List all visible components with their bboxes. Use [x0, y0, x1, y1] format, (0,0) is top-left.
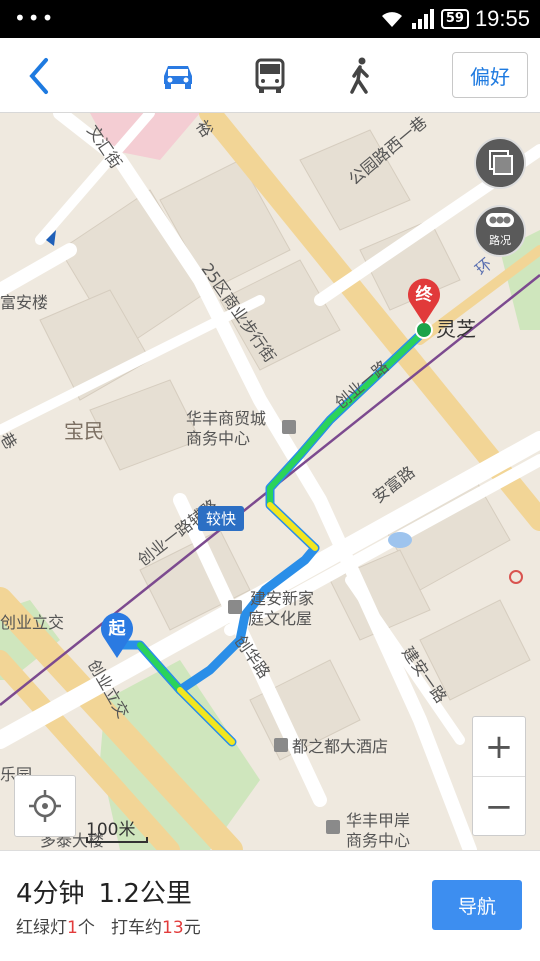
bus-icon[interactable]	[248, 54, 292, 98]
back-icon[interactable]	[22, 56, 58, 96]
zoom-in-button[interactable]: +	[473, 717, 525, 777]
map-label: 华丰商贸城	[186, 409, 267, 428]
map-base	[0, 113, 540, 850]
map-label: 富安楼	[0, 293, 49, 312]
layers-icon	[489, 150, 513, 175]
map-label: 商务中心	[346, 831, 411, 850]
route-summary: 4分钟 1.2公里	[16, 873, 206, 910]
map-label: 宝民	[64, 419, 104, 443]
battery-icon: 59	[440, 9, 469, 29]
route-mode-bar: 偏好	[0, 38, 540, 113]
layers-button[interactable]	[474, 137, 526, 189]
route-summary-panel[interactable]: 4分钟 1.2公里 红绿灯1个 打车约13元 导航	[0, 850, 540, 961]
start-marker[interactable]: 起	[98, 610, 136, 660]
lights-suffix: 个	[77, 918, 95, 938]
lights-count: 1	[67, 918, 78, 938]
map-label: 建安新家	[250, 589, 315, 608]
zoom-out-button[interactable]: −	[473, 777, 525, 836]
route-duration: 4分钟	[16, 879, 85, 909]
map-label: 华丰甲岸	[346, 811, 411, 830]
scale-bar	[86, 837, 148, 843]
map-label: 创业立交	[0, 613, 65, 632]
traffic-speed-badge: 较快	[198, 506, 245, 531]
taxi-prefix: 打车约	[111, 918, 163, 938]
locate-button[interactable]	[14, 775, 76, 837]
route-detail: 红绿灯1个 打车约13元	[16, 913, 201, 938]
navigate-button[interactable]: 导航	[432, 880, 522, 930]
traffic-button[interactable]: 路况	[474, 205, 526, 257]
status-right: 59 19:55	[379, 6, 530, 32]
zoom-control: + −	[472, 716, 526, 836]
traffic-button-label: 路况	[489, 234, 511, 247]
start-marker-label: 起	[108, 619, 126, 639]
map-view[interactable]: 文汇街 裕 公园路西一巷 25区商业步行街 富安楼 宝民 华丰商贸城 商务中心 …	[0, 113, 540, 850]
preference-button[interactable]: 偏好	[452, 52, 528, 98]
wifi-icon	[381, 12, 402, 27]
traffic-light-icon	[486, 213, 514, 227]
status-bar: ••• 59 19:55	[0, 0, 540, 38]
crosshair-icon	[29, 790, 61, 822]
notification-dots: •••	[14, 6, 56, 30]
map-scale: 100米	[86, 815, 148, 843]
map-label: 庭文化屋	[248, 609, 313, 628]
car-icon[interactable]	[156, 54, 200, 98]
map-label: 都之都大酒店	[292, 737, 389, 756]
walk-icon[interactable]	[338, 54, 382, 98]
taxi-suffix: 元	[183, 918, 201, 938]
clock: 19:55	[474, 6, 530, 31]
map-label: 商务中心	[186, 429, 251, 448]
cell-signal-icon	[411, 9, 434, 29]
end-marker-label: 终	[415, 285, 433, 305]
end-marker[interactable]: 终	[405, 276, 443, 326]
route-distance: 1.2公里	[98, 879, 192, 909]
taxi-amount: 13	[162, 918, 184, 938]
lights-prefix: 红绿灯	[16, 918, 67, 938]
